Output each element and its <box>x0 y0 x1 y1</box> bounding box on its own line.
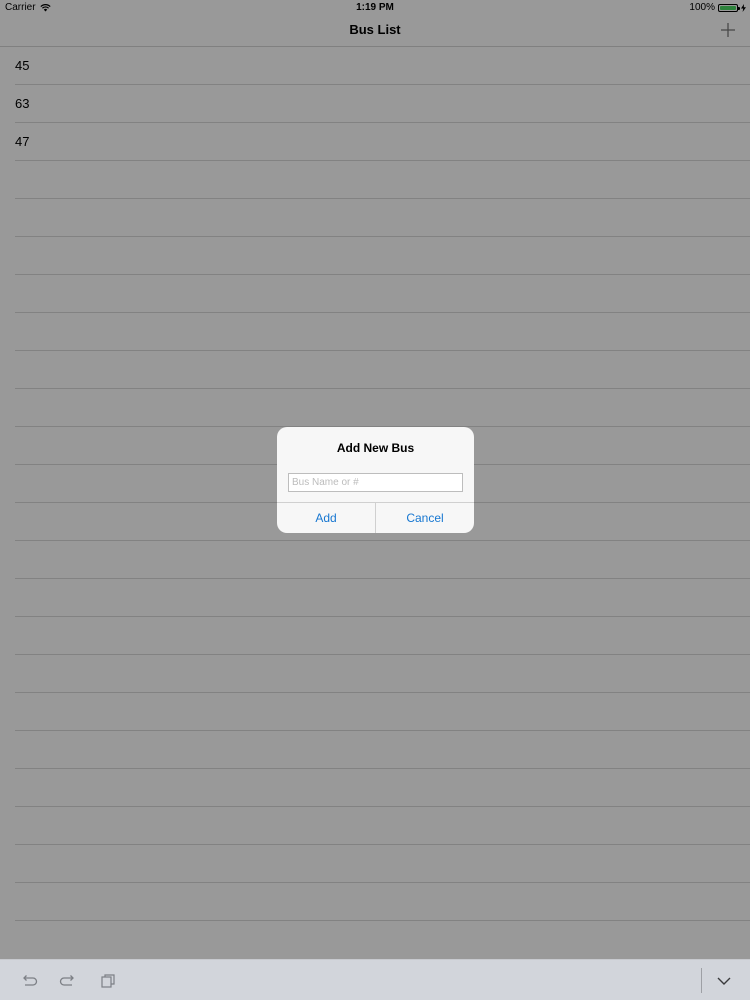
keyboard-shortcut-bar <box>0 959 750 1000</box>
shortcut-divider <box>701 968 702 993</box>
redo-icon[interactable] <box>59 972 77 990</box>
app-screen: Carrier 1:19 PM 100% Bus List 45 63 47 A… <box>0 0 750 1000</box>
add-button[interactable]: Add <box>277 503 375 533</box>
paste-icon[interactable] <box>99 972 117 990</box>
add-bus-alert: Add New Bus Add Cancel <box>277 427 474 533</box>
bus-name-input[interactable] <box>288 473 463 492</box>
undo-icon[interactable] <box>20 972 38 990</box>
cancel-button[interactable]: Cancel <box>375 503 474 533</box>
alert-title: Add New Bus <box>336 441 415 455</box>
alert-actions: Add Cancel <box>277 502 474 533</box>
dismiss-keyboard-icon[interactable] <box>715 972 733 990</box>
